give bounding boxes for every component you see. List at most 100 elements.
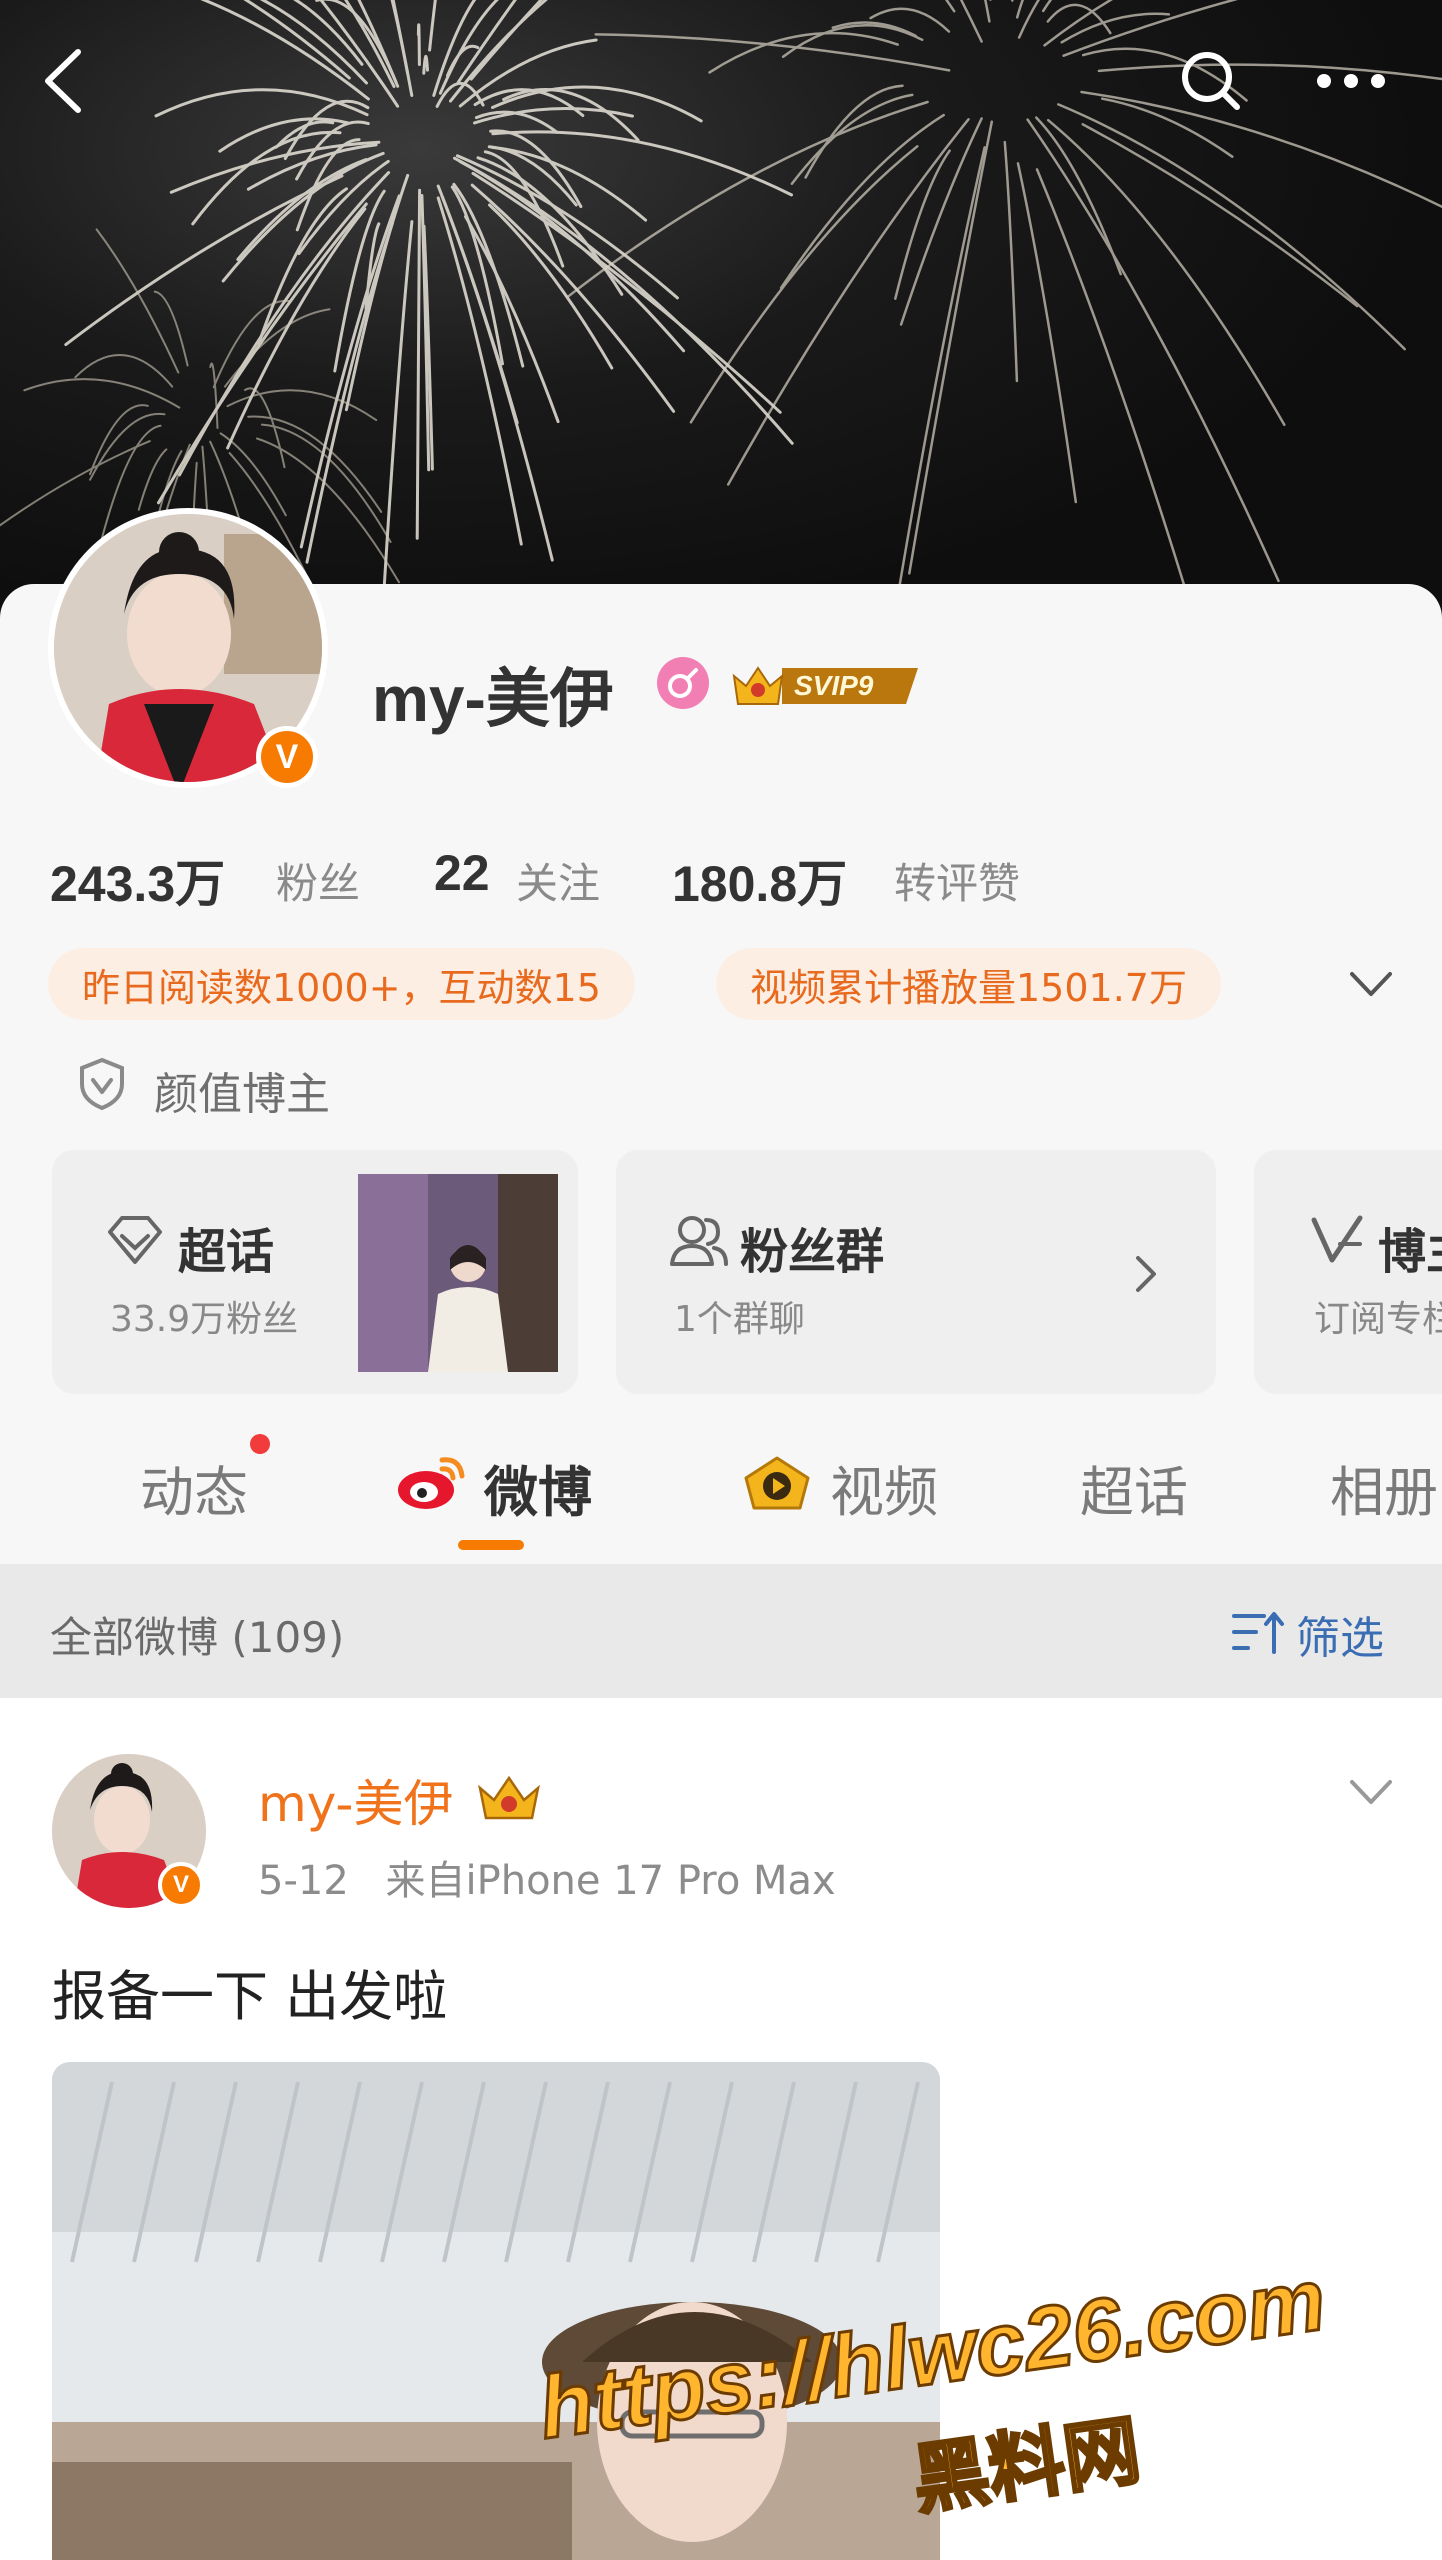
- firework-streak: [726, 118, 970, 486]
- columnist-subtitle: 订阅专栏: [1314, 1299, 1442, 1340]
- post-author[interactable]: my-美伊: [258, 1764, 453, 1836]
- following-label[interactable]: 关注: [516, 850, 600, 911]
- pen-check-icon: [1311, 1215, 1363, 1263]
- tab-weibo-label: 微博: [484, 1461, 592, 1524]
- all-posts-count: 全部微博 (109): [50, 1613, 345, 1662]
- firework-streak: [689, 145, 919, 424]
- tab-dynamic-label: 动态: [140, 1461, 248, 1524]
- watermark-site: 黑料网: [907, 2405, 1145, 2525]
- post-text: 报备一下 出发啦: [52, 1965, 448, 2028]
- highlight-video-plays[interactable]: 视频累计播放量1501.7万: [716, 948, 1221, 1020]
- diamond-icon: [108, 1216, 162, 1264]
- likes-label[interactable]: 转评赞: [894, 850, 1020, 911]
- post-menu-chevron-icon[interactable]: [1346, 1774, 1396, 1810]
- firework-streak: [390, 0, 410, 75]
- crown-icon: [478, 1775, 540, 1820]
- supertopic-title: 超话: [178, 1224, 275, 1280]
- firework-streak: [1016, 162, 1078, 504]
- following-count[interactable]: 22: [434, 844, 490, 902]
- firework-streak: [23, 378, 181, 409]
- tab-supertopic-label: 超话: [1080, 1461, 1188, 1524]
- tab-supertopic[interactable]: 超话: [1080, 1448, 1188, 1527]
- firework-streak: [440, 194, 554, 562]
- post-meta: 5-12 来自iPhone 17 Pro Max: [258, 1848, 836, 1906]
- firework-streak: [488, 203, 614, 370]
- notification-dot: [250, 1434, 270, 1454]
- firework-streak: [708, 31, 899, 74]
- firework-streak: [869, 7, 951, 33]
- firework-streak: [464, 215, 560, 424]
- firework-streak: [74, 354, 174, 388]
- tab-album-label: 相册: [1330, 1461, 1438, 1524]
- weibo-logo-icon: [398, 1457, 465, 1509]
- chevron-down-icon[interactable]: [1346, 966, 1396, 1002]
- firework-streak: [428, 0, 437, 52]
- firework-streak: [200, 0, 370, 101]
- shield-icon: [80, 1057, 124, 1111]
- post-source: 来自iPhone 17 Pro Max: [385, 1858, 836, 1904]
- followers-count[interactable]: 243.3万: [50, 844, 225, 916]
- columnist-title: 博主: [1378, 1224, 1442, 1280]
- followers-label[interactable]: 粉丝: [276, 850, 360, 911]
- firework-streak: [959, 0, 983, 43]
- firework-streak: [226, 207, 367, 450]
- back-button[interactable]: [18, 36, 108, 126]
- firework-streak: [474, 110, 559, 134]
- highlight-reads-text: 昨日阅读数1000+，互动数15: [82, 965, 601, 1010]
- firework-streak: [594, 33, 951, 72]
- firework-streak: [1057, 103, 1406, 351]
- search-button[interactable]: [1166, 36, 1256, 126]
- firework-streak: [473, 107, 634, 125]
- feed-filter-bar: 全部微博 (109) 筛选: [0, 1564, 1442, 1698]
- more-dots-icon: [1317, 74, 1385, 88]
- fan-group-card[interactable]: 粉丝群 1个群聊: [616, 1150, 1216, 1394]
- chevron-left-icon: [45, 49, 81, 113]
- firework-streak: [779, 113, 945, 290]
- firework-streak: [1035, 168, 1189, 598]
- firework-streak: [471, 171, 782, 414]
- firework-streak: [804, 84, 904, 179]
- firework-streak: [415, 188, 422, 540]
- firework-streak: [1003, 140, 1019, 383]
- firework-streak: [1046, 118, 1286, 427]
- search-icon: [1182, 52, 1240, 110]
- supertopic-fans: 33.9万粉丝: [110, 1299, 299, 1340]
- firework-streak: [469, 0, 543, 81]
- supertopic-card[interactable]: 超话 33.9万粉丝: [52, 1150, 578, 1394]
- chevron-right-icon: [1136, 1256, 1156, 1292]
- firework-streak: [984, 0, 991, 23]
- svip-badge[interactable]: SVIP9: [730, 660, 922, 710]
- active-tab-indicator: [458, 1540, 524, 1550]
- verified-badge: V: [256, 726, 318, 788]
- firework-streak: [491, 130, 793, 197]
- post-date: 5-12: [258, 1858, 349, 1904]
- watermark-overlay: https://hlwc26.com 黑料网: [531, 2247, 1332, 2526]
- filter-label: 筛选: [1296, 1613, 1384, 1664]
- firework-streak: [436, 196, 523, 546]
- highlight-reads[interactable]: 昨日阅读数1000+，互动数15: [48, 948, 635, 1020]
- group-icon: [670, 1216, 728, 1266]
- likes-count[interactable]: 180.8万: [672, 844, 847, 916]
- watermark-url: https://hlwc26.com: [533, 2249, 1331, 2457]
- video-play-icon: [744, 1456, 810, 1510]
- post-verified-badge: V: [158, 1862, 204, 1908]
- firework-streak: [894, 149, 951, 300]
- supertopic-thumbnail[interactable]: [358, 1174, 558, 1372]
- filter-sort-icon: [1232, 1612, 1284, 1654]
- female-icon: [657, 657, 709, 709]
- tab-album[interactable]: 相册: [1330, 1448, 1438, 1527]
- firework-streak: [1011, 0, 1014, 2]
- creator-tag[interactable]: 颜值博主: [154, 1058, 330, 1122]
- svip-label: SVIP9: [794, 670, 874, 701]
- tab-dynamic[interactable]: 动态: [140, 1448, 248, 1527]
- filter-button[interactable]: 筛选: [1230, 1598, 1410, 1664]
- more-button[interactable]: [1306, 36, 1396, 126]
- fan-group-count: 1个群聊: [674, 1299, 805, 1340]
- verified-mark: V: [275, 737, 299, 776]
- profile-name: my-美伊: [372, 663, 614, 735]
- post-verified-mark: V: [172, 1871, 189, 1898]
- columnist-card[interactable]: 博主 订阅专栏: [1254, 1150, 1442, 1394]
- firework-streak: [422, 54, 429, 75]
- firework-streak: [567, 100, 929, 298]
- highlight-video-text: 视频累计播放量1501.7万: [750, 965, 1187, 1010]
